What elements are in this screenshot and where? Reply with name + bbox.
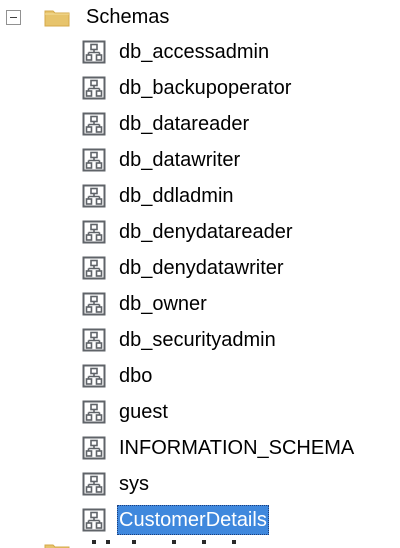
schema-icon — [82, 148, 106, 172]
schema-node[interactable]: guest — [82, 397, 170, 427]
schemas-folder-label: Schemas — [86, 6, 170, 28]
schema-node[interactable]: db_denydatareader — [82, 217, 294, 247]
schema-node[interactable]: db_backupoperator — [82, 73, 293, 103]
schema-label: db_owner — [119, 293, 207, 315]
object-explorer-tree: Schemas db_accessadmin db_backupoperator… — [0, 0, 400, 548]
schema-node[interactable]: CustomerDetails — [82, 505, 269, 535]
schema-label: db_datareader — [119, 113, 250, 135]
schema-icon — [82, 508, 106, 532]
schema-node[interactable]: db_ddladmin — [82, 181, 236, 211]
schema-label: db_denydatareader — [119, 221, 293, 243]
schema-label: guest — [119, 401, 168, 423]
schema-label: dbo — [119, 365, 153, 387]
schema-icon — [82, 220, 106, 244]
schema-icon — [82, 472, 106, 496]
schema-node[interactable]: db_datawriter — [82, 145, 242, 175]
schema-icon — [82, 400, 106, 424]
schemas-folder-node[interactable]: Schemas — [6, 2, 171, 32]
schema-node[interactable]: db_accessadmin — [82, 37, 271, 67]
schema-label: db_denydatawriter — [119, 257, 284, 279]
schema-label: db_accessadmin — [119, 41, 270, 63]
schema-label: db_securityadmin — [119, 329, 276, 351]
schema-node[interactable]: INFORMATION_SCHEMA — [82, 433, 356, 463]
schema-icon — [82, 76, 106, 100]
schema-node[interactable]: dbo — [82, 361, 154, 391]
schema-label: db_datawriter — [119, 149, 241, 171]
schema-label: sys — [119, 473, 149, 495]
schema-icon — [82, 256, 106, 280]
schema-node[interactable]: db_denydatawriter — [82, 253, 286, 283]
schema-label: db_ddladmin — [119, 185, 234, 207]
schema-icon — [82, 112, 106, 136]
schema-node[interactable]: db_datareader — [82, 109, 251, 139]
schema-icon — [82, 40, 106, 64]
schema-label: INFORMATION_SCHEMA — [119, 437, 355, 459]
schema-node[interactable]: db_securityadmin — [82, 325, 278, 355]
schema-node[interactable]: sys — [82, 469, 151, 499]
next-node-label-fragment — [84, 538, 254, 548]
folder-icon — [44, 10, 70, 27]
schema-icon — [82, 436, 106, 460]
schema-label: db_backupoperator — [119, 77, 292, 99]
next-folder-icon — [44, 541, 70, 548]
collapse-minus-icon[interactable] — [6, 9, 21, 25]
schema-node[interactable]: db_owner — [82, 289, 209, 319]
schema-icon — [82, 292, 106, 316]
schema-icon — [82, 328, 106, 352]
schema-icon — [82, 364, 106, 388]
schema-icon — [82, 184, 106, 208]
schema-label: CustomerDetails — [117, 505, 269, 535]
